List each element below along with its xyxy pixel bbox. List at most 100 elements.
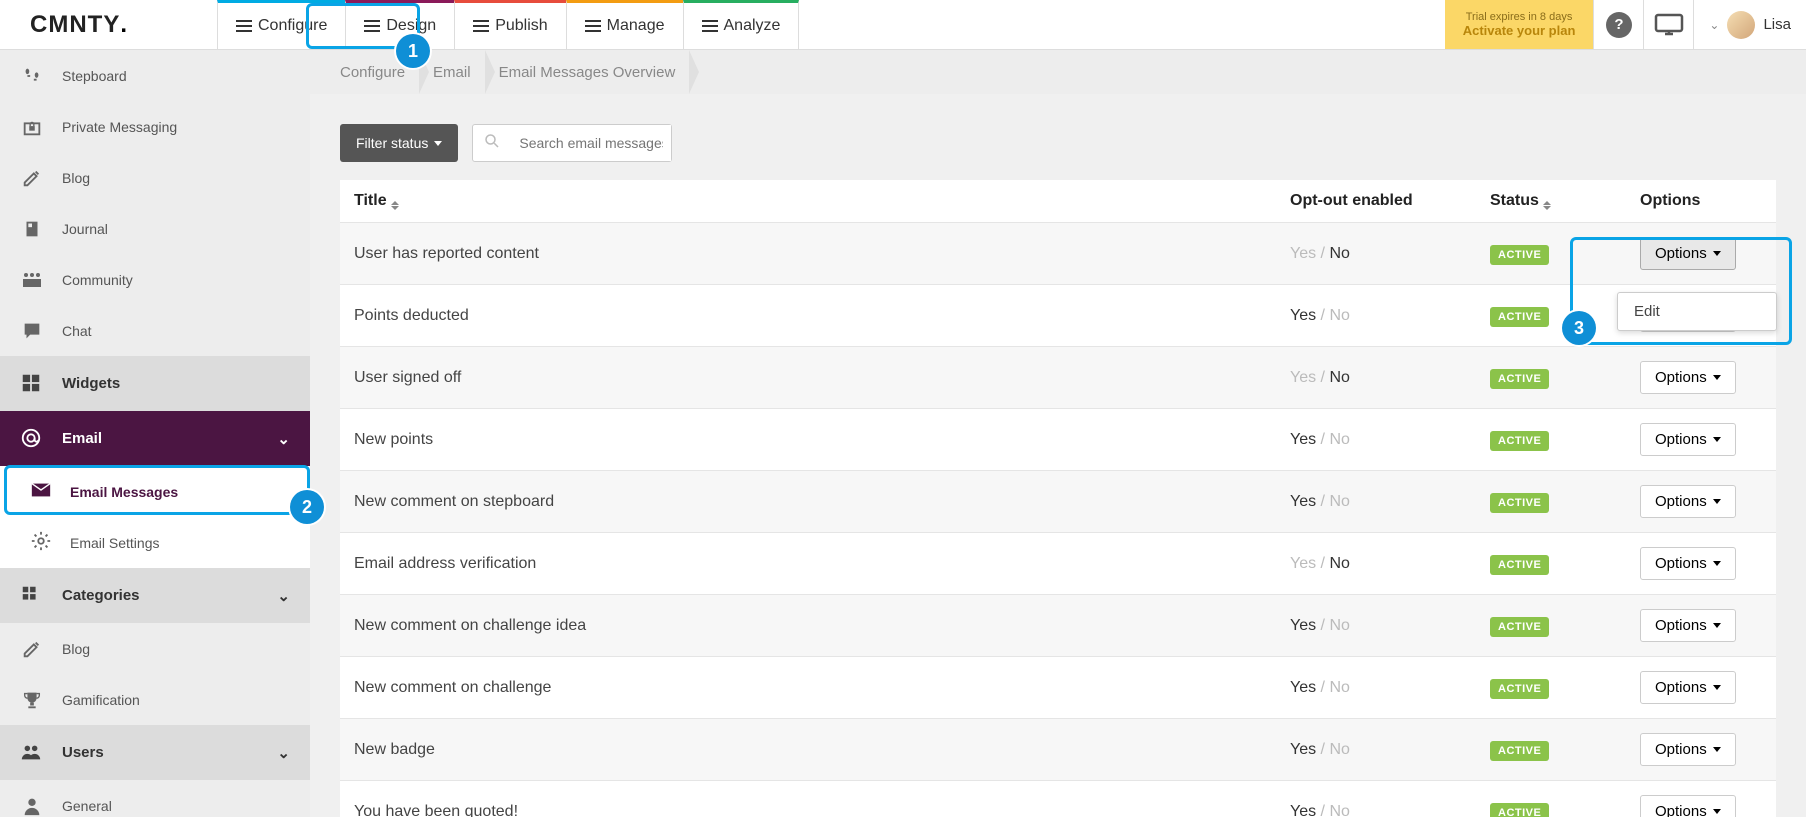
tab-manage-label: Manage: [607, 17, 665, 35]
cell-options: Options: [1626, 533, 1776, 595]
caret-down-icon: [1713, 437, 1721, 442]
sidebar-item-gamification[interactable]: Gamification: [0, 674, 310, 725]
cell-optout: Yes / No: [1276, 285, 1476, 347]
search-icon: [473, 132, 511, 155]
options-button[interactable]: Options: [1640, 237, 1736, 270]
caret-down-icon: [1713, 623, 1721, 628]
options-button[interactable]: Options: [1640, 547, 1736, 580]
th-optout: Opt-out enabled: [1276, 180, 1476, 223]
cell-optout: Yes / No: [1276, 409, 1476, 471]
trial-box[interactable]: Trial expires in 8 days Activate your pl…: [1445, 0, 1594, 49]
chevron-down-icon: ⌄: [1709, 18, 1719, 32]
sidebar-item-blog2[interactable]: Blog: [0, 623, 310, 674]
filter-status-button[interactable]: Filter status: [340, 124, 458, 162]
preview-button[interactable]: [1643, 0, 1693, 49]
tiles-icon: [20, 584, 44, 608]
tab-manage[interactable]: Manage: [566, 0, 684, 49]
people-icon: [20, 268, 44, 292]
sidebar: Stepboard Private Messaging Blog Journal…: [0, 50, 310, 817]
sidebar-section-label: Categories: [62, 587, 140, 604]
tab-design-label: Design: [386, 17, 436, 35]
caret-down-icon: [1713, 499, 1721, 504]
cell-status: ACTIVE: [1476, 533, 1626, 595]
cell-options: Options: [1626, 657, 1776, 719]
crumb-overview: Email Messages Overview: [485, 50, 690, 94]
sidebar-section-widgets[interactable]: Widgets: [0, 356, 310, 411]
sidebar-item-label: Private Messaging: [62, 119, 177, 135]
sidebar-item-private-messaging[interactable]: Private Messaging: [0, 101, 310, 152]
options-button[interactable]: Options: [1640, 361, 1736, 394]
tab-publish[interactable]: Publish: [454, 0, 566, 49]
content: Filter status Title Opt-out enabled Stat…: [310, 94, 1806, 817]
th-title[interactable]: Title: [340, 180, 1276, 223]
cell-title: Points deducted: [340, 285, 1276, 347]
grid-icon: [20, 372, 44, 396]
options-button[interactable]: Options: [1640, 795, 1736, 817]
sidebar-item-blog[interactable]: Blog: [0, 152, 310, 203]
options-button[interactable]: Options: [1640, 609, 1736, 642]
search-input[interactable]: [511, 125, 671, 161]
lock-message-icon: [20, 115, 44, 139]
tab-analyze-label: Analyze: [724, 17, 781, 35]
sidebar-item-community[interactable]: Community: [0, 254, 310, 305]
search-box: [472, 124, 672, 162]
table-row: New comment on challengeYes / NoACTIVE Op…: [340, 657, 1776, 719]
sidebar-section-categories[interactable]: Categories ⌄: [0, 568, 310, 623]
tab-publish-label: Publish: [495, 17, 547, 35]
chevron-down-icon: ⌄: [277, 430, 290, 448]
sidebar-sub-email-settings[interactable]: Email Settings: [0, 517, 310, 568]
logo: CMNTY.: [0, 0, 158, 49]
chevron-down-icon: ⌄: [277, 587, 290, 605]
cell-options: Options: [1626, 471, 1776, 533]
tab-analyze[interactable]: Analyze: [683, 0, 800, 49]
caret-down-icon: [434, 141, 442, 146]
cell-optout: Yes / No: [1276, 533, 1476, 595]
hamburger-icon: [473, 20, 489, 32]
table-row: User has reported contentYes / NoACTIVEO…: [340, 223, 1776, 285]
monitor-icon: [1654, 13, 1684, 37]
trophy-icon: [20, 688, 44, 712]
tab-configure[interactable]: Configure: [217, 0, 346, 49]
cell-title: New comment on stepboard: [340, 471, 1276, 533]
sidebar-item-chat[interactable]: Chat: [0, 305, 310, 356]
trial-activate-link: Activate your plan: [1463, 23, 1576, 38]
at-icon: [20, 427, 44, 451]
status-badge: ACTIVE: [1490, 245, 1549, 265]
cell-optout: Yes / No: [1276, 657, 1476, 719]
caret-down-icon: [1713, 375, 1721, 380]
cell-status: ACTIVE: [1476, 719, 1626, 781]
book-icon: [20, 217, 44, 241]
sidebar-item-label: General: [62, 798, 112, 814]
cell-status: ACTIVE: [1476, 223, 1626, 285]
sidebar-item-stepboard[interactable]: Stepboard: [0, 50, 310, 101]
status-badge: ACTIVE: [1490, 493, 1549, 513]
cell-title: New comment on challenge: [340, 657, 1276, 719]
cell-status: ACTIVE: [1476, 781, 1626, 817]
pencil-icon: [20, 637, 44, 661]
th-status[interactable]: Status: [1476, 180, 1626, 223]
sidebar-section-email[interactable]: Email ⌄: [0, 411, 310, 466]
options-button[interactable]: Options: [1640, 423, 1736, 456]
sidebar-item-label: Chat: [62, 323, 92, 339]
hamburger-icon: [702, 20, 718, 32]
dropdown-edit[interactable]: Edit: [1618, 293, 1776, 330]
sidebar-item-general[interactable]: General: [0, 780, 310, 817]
options-button[interactable]: Options: [1640, 733, 1736, 766]
options-button[interactable]: Options: [1640, 485, 1736, 518]
user-name: Lisa: [1763, 16, 1791, 33]
sidebar-item-label: Journal: [62, 221, 108, 237]
sidebar-section-users[interactable]: Users ⌄: [0, 725, 310, 780]
sidebar-sub-email-messages[interactable]: Email Messages: [0, 466, 310, 517]
user-menu[interactable]: ⌄ Lisa: [1693, 0, 1806, 49]
options-button[interactable]: Options: [1640, 671, 1736, 704]
help-button[interactable]: ?: [1593, 0, 1643, 49]
table-row: Email address verificationYes / NoACTIVE…: [340, 533, 1776, 595]
pencil-icon: [20, 166, 44, 190]
cell-status: ACTIVE: [1476, 285, 1626, 347]
sidebar-item-label: Community: [62, 272, 133, 288]
cell-optout: Yes / No: [1276, 719, 1476, 781]
topbar-right: Trial expires in 8 days Activate your pl…: [1445, 0, 1806, 49]
cell-status: ACTIVE: [1476, 657, 1626, 719]
sidebar-item-label: Blog: [62, 641, 90, 657]
sidebar-item-journal[interactable]: Journal: [0, 203, 310, 254]
